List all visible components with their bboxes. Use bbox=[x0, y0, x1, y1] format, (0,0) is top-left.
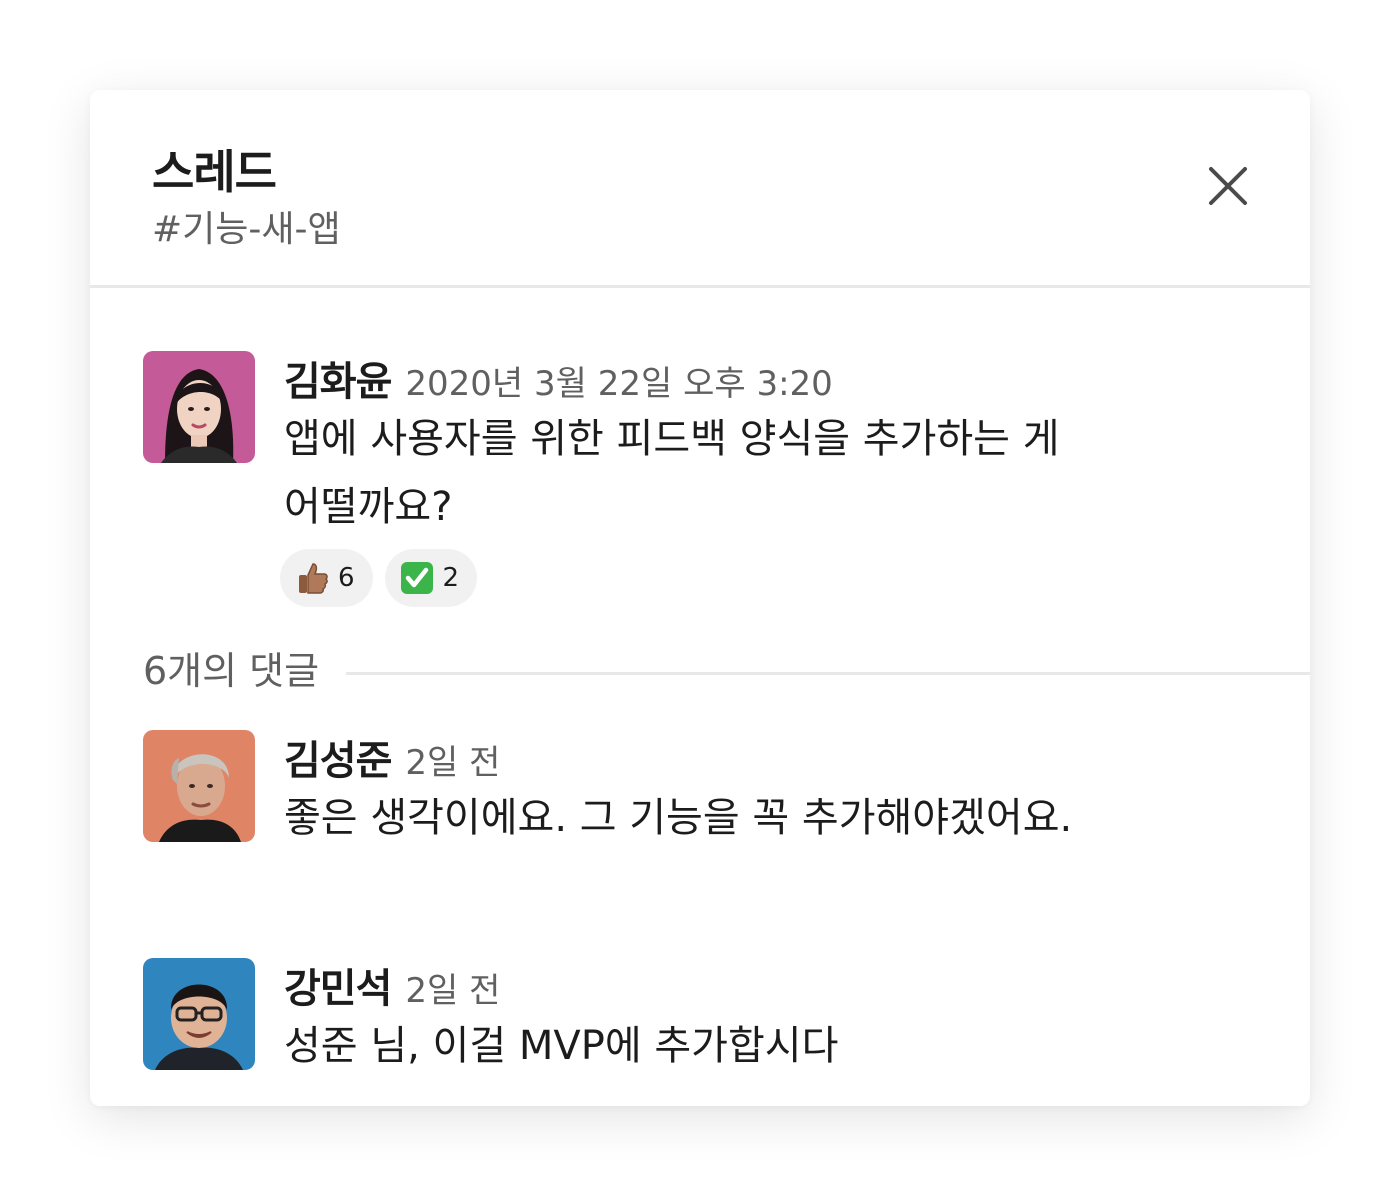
reaction-thumbs-up[interactable]: 6 bbox=[280, 549, 373, 607]
author-name[interactable]: 강민석 bbox=[284, 966, 392, 1012]
message-header: 김화윤 2020년 3월 22일 오후 3:20 bbox=[284, 349, 833, 407]
replies-divider: 6개의 댓글 bbox=[143, 640, 1310, 695]
thread-title: 스레드 bbox=[152, 145, 277, 199]
author-name[interactable]: 김화윤 bbox=[284, 359, 392, 405]
message-header: 강민석 2일 전 bbox=[284, 956, 500, 1014]
timestamp[interactable]: 2일 전 bbox=[405, 743, 500, 783]
close-icon bbox=[1209, 167, 1247, 205]
replies-count: 6개의 댓글 bbox=[143, 640, 342, 695]
check-mark-icon bbox=[400, 562, 433, 594]
thread-header: 스레드 #기능-새-앱 bbox=[90, 90, 1310, 288]
channel-name[interactable]: #기능-새-앱 bbox=[152, 200, 341, 252]
avatar[interactable] bbox=[143, 730, 255, 842]
author-name[interactable]: 김성준 bbox=[284, 738, 392, 784]
message-text: 앱에 사용자를 위한 피드백 양식을 추가하는 게 어떨까요? bbox=[284, 405, 1184, 541]
message-text: 좋은 생각이에요. 그 기능을 꼭 추가해야겠어요. bbox=[284, 795, 1073, 841]
thread-panel: 스레드 #기능-새-앱 김화윤 2020년 3월 22일 오후 3:20 앱에 … bbox=[90, 90, 1310, 1106]
timestamp[interactable]: 2020년 3월 22일 오후 3:20 bbox=[405, 364, 832, 404]
divider-line bbox=[346, 672, 1310, 675]
thumbs-up-icon bbox=[299, 563, 328, 594]
message-text-line: 앱에 사용자를 위한 피드백 양식을 추가하는 게 bbox=[284, 416, 1060, 462]
page: 스레드 #기능-새-앱 김화윤 2020년 3월 22일 오후 3:20 앱에 … bbox=[0, 0, 1400, 1196]
message-header: 김성준 2일 전 bbox=[284, 728, 500, 786]
timestamp[interactable]: 2일 전 bbox=[405, 971, 500, 1011]
reaction-check[interactable]: 2 bbox=[384, 549, 478, 607]
avatar[interactable] bbox=[143, 958, 255, 1070]
reaction-count: 2 bbox=[442, 563, 460, 593]
close-button[interactable] bbox=[1202, 160, 1254, 212]
message-text: 성준 님, 이걸 MVP에 추가합시다 bbox=[284, 1023, 839, 1069]
reaction-count: 6 bbox=[338, 563, 355, 593]
avatar[interactable] bbox=[143, 351, 255, 463]
message-text-line: 어떨까요? bbox=[284, 484, 453, 530]
reactions: 6 2 bbox=[280, 549, 478, 607]
